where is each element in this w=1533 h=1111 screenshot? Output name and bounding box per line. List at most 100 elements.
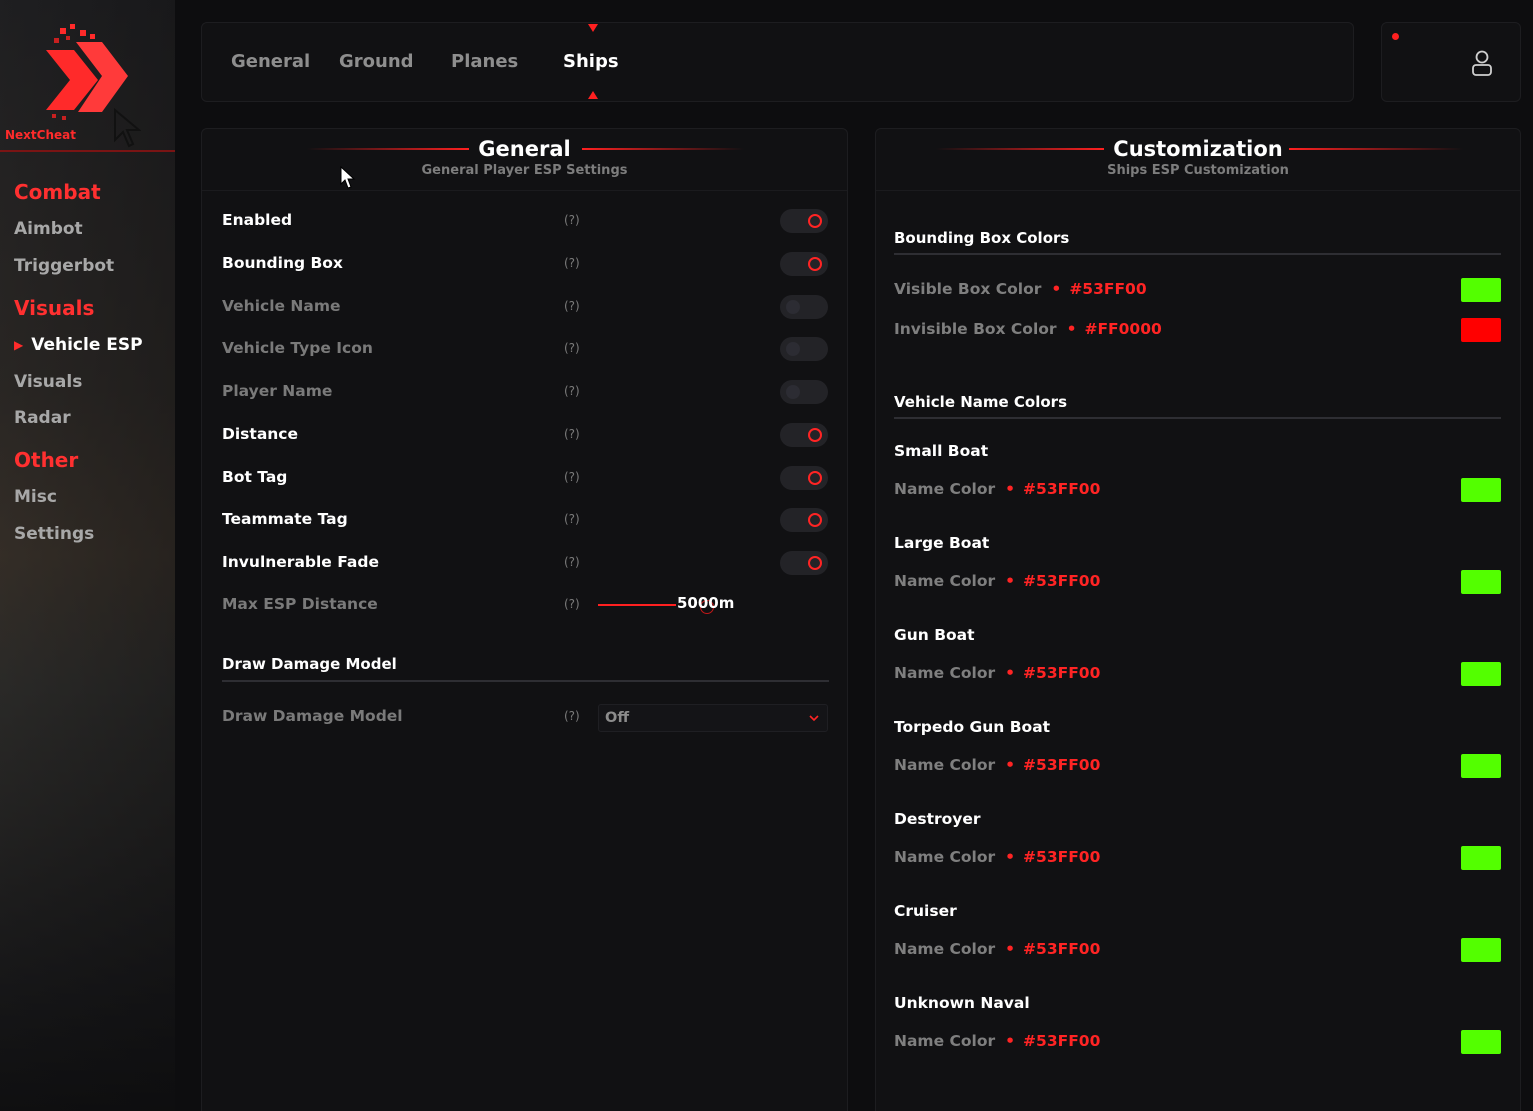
color-swatch-destroyer[interactable] <box>1461 846 1501 870</box>
section-title-bounding-box-colors: Bounding Box Colors <box>894 229 1070 247</box>
setting-row-enabled: Enabled (?) <box>222 209 829 233</box>
help-icon[interactable]: (?) <box>564 384 580 398</box>
sidebar-item-aimbot[interactable]: Aimbot <box>14 219 83 239</box>
setting-row-vehicle-name: Vehicle Name (?) <box>222 295 829 319</box>
setting-row-player-name: Player Name (?) <box>222 380 829 404</box>
color-swatch-cruiser[interactable] <box>1461 938 1501 962</box>
setting-label: Distance <box>222 425 299 443</box>
color-swatch-unknown-naval[interactable] <box>1461 1030 1501 1054</box>
toggle-distance[interactable] <box>780 423 828 447</box>
user-box <box>1381 22 1521 102</box>
toggle-knob <box>808 471 822 485</box>
color-row-large-boat: Name Color • #53FF00 <box>894 570 1501 594</box>
customization-panel: Customization Ships ESP Customization Bo… <box>875 128 1521 1111</box>
help-icon[interactable]: (?) <box>564 512 580 526</box>
color-swatch-visible-box[interactable] <box>1461 278 1501 302</box>
setting-label: Player Name <box>222 382 333 400</box>
toggle-knob <box>808 513 822 527</box>
sidebar-item-visuals[interactable]: Visuals <box>14 372 82 392</box>
setting-label: Invulnerable Fade <box>222 553 379 571</box>
sidebar-item-misc[interactable]: Misc <box>14 487 57 507</box>
toggle-vehicle-name[interactable] <box>780 295 828 319</box>
section-divider <box>894 417 1501 419</box>
color-swatch-small-boat[interactable] <box>1461 478 1501 502</box>
chevron-down-icon <box>809 715 819 722</box>
panel-subtitle: Ships ESP Customization <box>1107 163 1289 178</box>
help-icon[interactable]: (?) <box>564 555 580 569</box>
brand-name: NextCheat <box>5 128 76 142</box>
help-icon[interactable]: (?) <box>564 256 580 270</box>
color-swatch-invisible-box[interactable] <box>1461 318 1501 342</box>
color-swatch-torpedo-gun-boat[interactable] <box>1461 754 1501 778</box>
help-icon[interactable]: (?) <box>564 709 580 723</box>
setting-label: Draw Damage Model <box>222 707 403 725</box>
vehicle-name-large-boat: Large Boat <box>894 534 990 552</box>
tab-ships[interactable]: Ships <box>563 51 619 72</box>
help-icon[interactable]: (?) <box>564 470 580 484</box>
help-icon[interactable]: (?) <box>564 597 580 611</box>
toggle-knob <box>808 257 822 271</box>
color-row-cruiser: Name Color • #53FF00 <box>894 938 1501 962</box>
active-arrow-icon: ▶ <box>14 338 24 352</box>
panel-subtitle: General Player ESP Settings <box>421 163 628 178</box>
color-row-torpedo-gun-boat: Name Color • #53FF00 <box>894 754 1501 778</box>
cursor-icon <box>114 108 141 148</box>
vehicle-name-destroyer: Destroyer <box>894 810 981 828</box>
general-panel: General General Player ESP Settings Enab… <box>201 128 848 1111</box>
panel-title: Customization <box>1113 137 1283 161</box>
help-icon[interactable]: (?) <box>564 341 580 355</box>
tab-ground[interactable]: Ground <box>339 51 414 72</box>
select-value: Off <box>605 710 630 726</box>
general-panel-header: General General Player ESP Settings <box>202 129 847 191</box>
color-label: Name Color • #53FF00 <box>894 756 1101 774</box>
color-swatch-gun-boat[interactable] <box>1461 662 1501 686</box>
sidebar-item-vehicle-esp[interactable]: ▶ Vehicle ESP <box>14 335 143 355</box>
toggle-knob <box>808 428 822 442</box>
toggle-bot-tag[interactable] <box>780 466 828 490</box>
distance-slider-value: 5000m <box>677 594 735 612</box>
color-row-unknown-naval: Name Color • #53FF00 <box>894 1030 1501 1054</box>
sidebar-item-settings[interactable]: Settings <box>14 524 94 544</box>
color-label: Name Color • #53FF00 <box>894 664 1101 682</box>
color-label: Name Color • #53FF00 <box>894 480 1101 498</box>
color-label: Name Color • #53FF00 <box>894 848 1101 866</box>
toggle-vehicle-type-icon[interactable] <box>780 337 828 361</box>
damage-model-select[interactable]: Off <box>598 704 828 732</box>
setting-label: Teammate Tag <box>222 510 348 528</box>
vehicle-name-unknown-naval: Unknown Naval <box>894 994 1030 1012</box>
section-divider <box>894 253 1501 255</box>
active-tab-marker-top-icon <box>588 24 598 32</box>
color-row-gun-boat: Name Color • #53FF00 <box>894 662 1501 686</box>
help-icon[interactable]: (?) <box>564 427 580 441</box>
color-label: Name Color • #53FF00 <box>894 940 1101 958</box>
sidebar-item-triggerbot[interactable]: Triggerbot <box>14 256 114 276</box>
toggle-knob <box>786 385 800 399</box>
help-icon[interactable]: (?) <box>564 299 580 313</box>
nav-section-visuals: Visuals <box>14 296 95 320</box>
status-dot-icon <box>1392 33 1399 40</box>
setting-label: Vehicle Type Icon <box>222 339 373 357</box>
sidebar: NextCheat Combat Aimbot Triggerbot Visua… <box>0 0 175 1111</box>
panel-title: General <box>478 137 571 161</box>
help-icon[interactable]: (?) <box>564 213 580 227</box>
sidebar-item-label: Vehicle ESP <box>31 335 143 355</box>
toggle-teammate-tag[interactable] <box>780 508 828 532</box>
toggle-knob <box>808 214 822 228</box>
toggle-knob <box>786 342 800 356</box>
color-swatch-large-boat[interactable] <box>1461 570 1501 594</box>
toggle-invulnerable-fade[interactable] <box>780 551 828 575</box>
toggle-knob <box>786 300 800 314</box>
tab-general[interactable]: General <box>231 51 310 72</box>
toggle-bounding-box[interactable] <box>780 252 828 276</box>
setting-label: Vehicle Name <box>222 297 341 315</box>
color-label: Visible Box Color • #53FF00 <box>894 280 1147 298</box>
user-icon[interactable] <box>1470 49 1494 77</box>
color-label: Name Color • #53FF00 <box>894 1032 1101 1050</box>
sidebar-item-radar[interactable]: Radar <box>14 408 71 428</box>
section-divider <box>222 680 829 682</box>
toggle-player-name[interactable] <box>780 380 828 404</box>
distance-slider-track[interactable] <box>598 604 676 606</box>
toggle-enabled[interactable] <box>780 209 828 233</box>
tab-planes[interactable]: Planes <box>451 51 518 72</box>
setting-row-invulnerable-fade: Invulnerable Fade (?) <box>222 551 829 575</box>
